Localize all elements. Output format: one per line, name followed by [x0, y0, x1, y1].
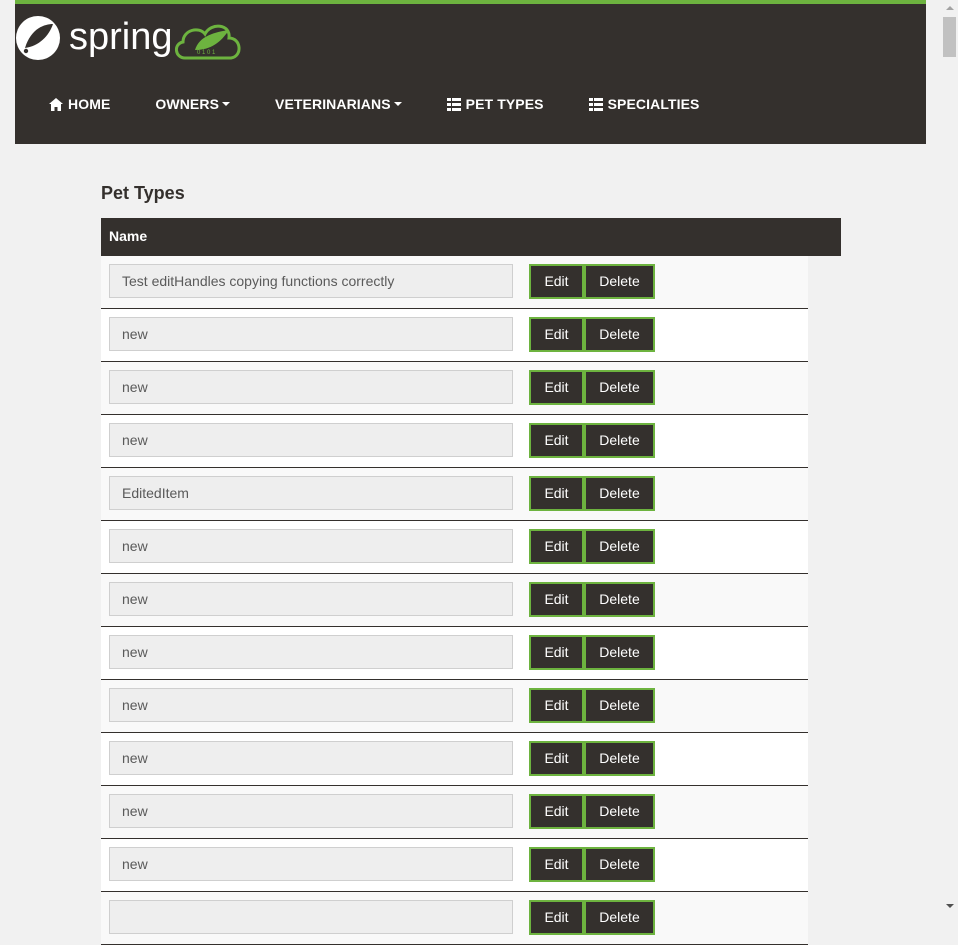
nav-owners-label: OWNERS [155, 96, 220, 112]
delete-button[interactable]: Delete [584, 688, 655, 723]
pet-type-name-input[interactable]: new [109, 635, 513, 669]
edit-button[interactable]: Edit [529, 900, 584, 935]
nav-pet-types[interactable]: PET TYPES [446, 96, 544, 112]
spring-logo[interactable]: spring 0 1 0 1 [15, 14, 245, 68]
pet-type-name-input[interactable]: EditedItem [109, 476, 513, 510]
delete-button[interactable]: Delete [584, 900, 655, 935]
pet-type-name-input[interactable]: new [109, 423, 513, 457]
table-row: new Edit Delete [101, 680, 808, 733]
table-row: new Edit Delete [101, 786, 808, 839]
delete-button[interactable]: Delete [584, 582, 655, 617]
table-header-name: Name [101, 218, 841, 256]
scroll-thumb[interactable] [943, 17, 956, 57]
nav-owners[interactable]: OWNERS [155, 96, 231, 112]
delete-button[interactable]: Delete [584, 529, 655, 564]
table-row: new Edit Delete [101, 309, 808, 362]
delete-button[interactable]: Delete [584, 423, 655, 458]
edit-button[interactable]: Edit [529, 847, 584, 882]
pet-type-name-input[interactable]: new [109, 582, 513, 616]
table-row: new Edit Delete [101, 362, 808, 415]
pet-type-name-input[interactable]: new [109, 317, 513, 351]
main-nav: HOME OWNERS VETERINARIANS PET TYPES SPEC [49, 96, 744, 112]
table-row: new Edit Delete [101, 839, 808, 892]
pet-type-name-input[interactable]: new [109, 794, 513, 828]
pet-type-name-input[interactable]: new [109, 741, 513, 775]
logo-text: spring [69, 16, 173, 58]
caret-down-icon [222, 102, 231, 106]
pet-type-name-input[interactable] [109, 900, 513, 934]
edit-button[interactable]: Edit [529, 794, 584, 829]
edit-button[interactable]: Edit [529, 582, 584, 617]
pet-type-name-input[interactable]: new [109, 847, 513, 881]
pet-type-name-input[interactable]: new [109, 688, 513, 722]
svg-text:0 1 0 1: 0 1 0 1 [197, 50, 216, 56]
delete-button[interactable]: Delete [584, 476, 655, 511]
table-row: new Edit Delete [101, 521, 808, 574]
delete-button[interactable]: Delete [584, 635, 655, 670]
nav-home[interactable]: HOME [49, 96, 110, 112]
pet-type-name-input[interactable]: new [109, 529, 513, 563]
edit-button[interactable]: Edit [529, 423, 584, 458]
nav-home-label: HOME [68, 96, 111, 112]
delete-button[interactable]: Delete [584, 264, 655, 299]
table-row: new Edit Delete [101, 574, 808, 627]
scroll-down-arrow-icon[interactable] [946, 904, 954, 908]
table-row: new Edit Delete [101, 627, 808, 680]
delete-button[interactable]: Delete [584, 370, 655, 405]
delete-button[interactable]: Delete [584, 794, 655, 829]
navbar: spring 0 1 0 1 HOME OWNERS VETERINARIANS… [15, 0, 926, 144]
edit-button[interactable]: Edit [529, 476, 584, 511]
scroll-up-arrow-icon[interactable] [946, 6, 954, 10]
nav-pet-types-label: PET TYPES [465, 96, 544, 112]
list-icon [446, 97, 461, 111]
edit-button[interactable]: Edit [529, 635, 584, 670]
table-row: new Edit Delete [101, 415, 808, 468]
edit-button[interactable]: Edit [529, 688, 584, 723]
pet-types-table: Test editHandles copying functions corre… [101, 256, 808, 945]
pet-type-name-input[interactable]: Test editHandles copying functions corre… [109, 264, 513, 298]
nav-veterinarians-label: VETERINARIANS [275, 96, 391, 112]
vertical-scrollbar[interactable] [941, 0, 958, 914]
list-icon [588, 97, 603, 111]
table-row: Test editHandles copying functions corre… [101, 256, 808, 309]
edit-button[interactable]: Edit [529, 370, 584, 405]
table-row: new Edit Delete [101, 733, 808, 786]
caret-down-icon [393, 102, 402, 106]
home-icon [49, 97, 63, 111]
nav-specialties-label: SPECIALTIES [607, 96, 700, 112]
delete-button[interactable]: Delete [584, 317, 655, 352]
edit-button[interactable]: Edit [529, 264, 584, 299]
page-title: Pet Types [101, 183, 185, 203]
delete-button[interactable]: Delete [584, 847, 655, 882]
pet-type-name-input[interactable]: new [109, 370, 513, 404]
nav-veterinarians[interactable]: VETERINARIANS [275, 96, 402, 112]
edit-button[interactable]: Edit [529, 317, 584, 352]
nav-specialties[interactable]: SPECIALTIES [588, 96, 700, 112]
edit-button[interactable]: Edit [529, 741, 584, 776]
table-row: Edit Delete [101, 892, 808, 945]
table-row: EditedItem Edit Delete [101, 468, 808, 521]
edit-button[interactable]: Edit [529, 529, 584, 564]
delete-button[interactable]: Delete [584, 741, 655, 776]
